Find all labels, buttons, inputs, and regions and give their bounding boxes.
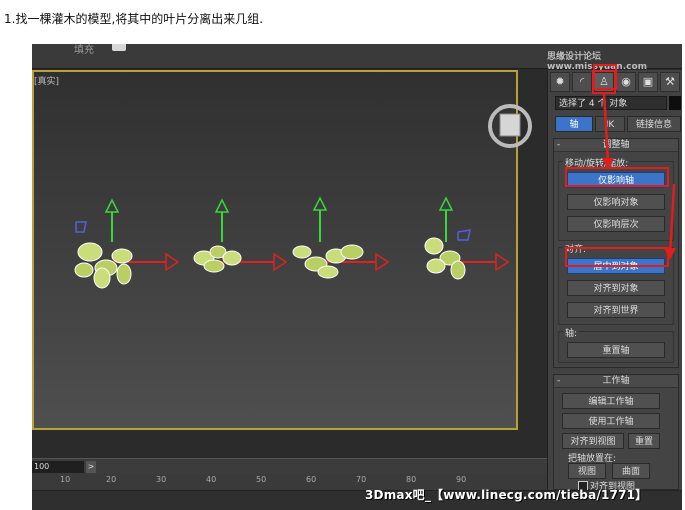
edit-working-pivot-button[interactable]: 编辑工作轴 <box>562 393 660 409</box>
arc-icon[interactable]: ◜ <box>572 72 592 92</box>
align-to-world-button[interactable]: 对齐到世界 <box>567 302 665 318</box>
x-arrow-1 <box>165 252 180 272</box>
pivot-box-4 <box>457 229 471 241</box>
time-slider[interactable]: 100 > <box>32 458 547 475</box>
view-button[interactable]: 视图 <box>568 463 606 479</box>
ruler-tick: 10 <box>60 475 71 484</box>
scene-svg <box>74 196 510 289</box>
align-to-object-button[interactable]: 对齐到对象 <box>567 280 665 296</box>
ruler-tick: 40 <box>206 475 217 484</box>
ruler-tick: 60 <box>306 475 317 484</box>
perspective-viewport[interactable]: [真实] <box>32 70 518 430</box>
surface-button[interactable]: 曲面 <box>612 463 650 479</box>
viewcube-icon[interactable] <box>487 103 533 149</box>
watermark-bottom: 3Dmax吧_【www.linecg.com/tieba/1771】 <box>365 488 648 502</box>
ruler-tick: 90 <box>456 475 467 484</box>
tab-pivot[interactable]: 轴 <box>555 116 593 132</box>
shrub-model-4 <box>424 196 510 280</box>
working-pivot-title: 工作轴 <box>602 376 630 386</box>
ruler-tick: 20 <box>106 475 117 484</box>
working-pivot-header[interactable]: - 工作轴 <box>554 375 678 388</box>
fill-label: 填充 <box>74 45 94 56</box>
use-working-pivot-button[interactable]: 使用工作轴 <box>562 413 660 429</box>
pivot-box-1 <box>75 221 87 233</box>
max-screenshot: 填充 思缘设计论坛 www.missyuan.com [真实] ✹ ◜ ♙ ◉ … <box>32 44 682 510</box>
y-arrow-1 <box>104 198 120 213</box>
sun-icon[interactable]: ✹ <box>550 72 570 92</box>
next-frame-button[interactable]: > <box>86 461 96 473</box>
ruler-tick: 50 <box>256 475 267 484</box>
align-to-view-button[interactable]: 对齐到视图 <box>562 433 624 449</box>
pivot-group: 轴: 重置轴 <box>558 326 674 363</box>
fill-dropdown[interactable] <box>112 44 126 51</box>
working-reset-button[interactable]: 重置 <box>628 433 660 449</box>
shrub-model-2 <box>193 198 288 273</box>
ruler-tick: 30 <box>156 475 167 484</box>
reset-pivot-button[interactable]: 重置轴 <box>567 342 665 358</box>
ruler-tick: 80 <box>406 475 417 484</box>
shrub-model-3 <box>292 196 390 279</box>
annotation-arrows <box>602 93 676 260</box>
shrub-model-1 <box>74 198 180 289</box>
frame-counter: 100 <box>32 461 84 473</box>
working-pivot-rollout: - 工作轴 编辑工作轴 使用工作轴 对齐到视图 重置 把轴放置在: 视图 曲面 对… <box>553 374 679 492</box>
caption: 1.找一棵灌木的模型,将其中的叶片分离出来几组. <box>4 12 264 26</box>
ruler-tick: 70 <box>356 475 367 484</box>
pivot-group-label: 轴: <box>563 326 580 339</box>
